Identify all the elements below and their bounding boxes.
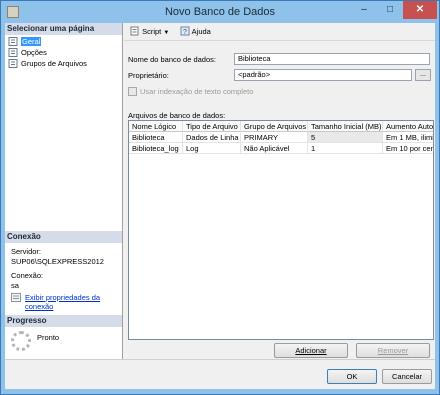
page-icon — [8, 37, 18, 46]
minimize-icon[interactable]: – — [351, 1, 377, 19]
grid-header-row: Nome Lógico Tipo de Arquivo Grupo de Arq… — [129, 121, 433, 132]
cell-initial-size[interactable]: 1 — [308, 143, 383, 154]
cell-file-type[interactable]: Dados de Linha — [183, 132, 241, 143]
nav-item-label: Geral — [21, 37, 42, 46]
column-header[interactable]: Aumento Autom... — [383, 121, 433, 132]
owner-input[interactable]: <padrão> — [234, 69, 412, 81]
cell-autogrowth[interactable]: Em 10 por cento... — [383, 143, 433, 154]
column-header[interactable]: Tamanho Inicial (MB) — [308, 121, 383, 132]
svg-text:?: ? — [183, 29, 187, 36]
table-row[interactable]: Biblioteca_log Log Não Aplicável 1 Em 10… — [129, 143, 433, 154]
cell-logical-name[interactable]: Biblioteca_log — [129, 143, 183, 154]
column-header[interactable]: Tipo de Arquivo — [183, 121, 241, 132]
properties-icon — [11, 293, 21, 302]
progress-header: Progresso — [5, 315, 122, 327]
main-pane: Script ▼ ? Ajuda Nome do banco de dados:… — [124, 23, 435, 359]
nav-item-options[interactable]: Opções — [7, 47, 47, 58]
toolbar: Script ▼ ? Ajuda — [124, 23, 435, 41]
script-button[interactable]: Script ▼ — [130, 26, 169, 38]
nav-item-label: Opções — [21, 48, 47, 57]
left-pane: Selecionar uma página Geral Opções Grupo… — [5, 23, 123, 359]
help-icon: ? — [180, 26, 190, 36]
view-connection-properties-link[interactable]: Exibir propriedades da — [25, 293, 100, 302]
connection-value: sa — [11, 281, 19, 290]
cell-filegroup[interactable]: Não Aplicável — [241, 143, 308, 154]
title-bar[interactable]: Novo Banco de Dados – □ ✕ — [1, 1, 439, 23]
close-icon[interactable]: ✕ — [403, 1, 437, 19]
db-name-input[interactable]: Biblioteca — [234, 53, 430, 65]
help-label: Ajuda — [191, 27, 211, 36]
files-label: Arquivos de banco de dados: — [128, 111, 226, 120]
page-icon — [8, 48, 18, 57]
db-name-label: Nome do banco de dados: — [128, 55, 216, 64]
dialog-footer: OK Cancelar — [5, 359, 435, 389]
database-files-grid[interactable]: Nome Lógico Tipo de Arquivo Grupo de Arq… — [128, 120, 434, 340]
select-page-header: Selecionar uma página — [5, 23, 122, 35]
owner-label: Proprietário: — [128, 71, 169, 80]
maximize-icon[interactable]: □ — [377, 1, 403, 19]
nav-item-general[interactable]: Geral — [7, 36, 42, 47]
fulltext-label: Usar indexação de texto completo — [140, 87, 254, 96]
progress-spinner-icon — [11, 331, 31, 351]
add-button[interactable]: Adicionar — [274, 343, 348, 358]
dialog-client: Selecionar uma página Geral Opções Grupo… — [5, 23, 435, 389]
progress-status: Pronto — [37, 333, 60, 342]
cancel-button[interactable]: Cancelar — [382, 369, 432, 384]
server-value: SUP06\SQLEXPRESS2012 — [11, 257, 104, 266]
cell-logical-name[interactable]: Biblioteca — [129, 132, 183, 143]
server-label: Servidor: — [11, 247, 42, 256]
cell-initial-size[interactable]: 5 — [308, 132, 383, 143]
ok-button[interactable]: OK — [327, 369, 377, 384]
connection-header: Conexão — [5, 231, 122, 243]
owner-browse-button[interactable]: ... — [415, 69, 431, 81]
help-button[interactable]: ? Ajuda — [180, 26, 211, 38]
table-row[interactable]: Biblioteca Dados de Linha PRIMARY 5 Em 1… — [129, 132, 433, 143]
connection-label: Conexão: — [11, 271, 44, 280]
remove-button[interactable]: Remover — [356, 343, 430, 358]
cell-filegroup[interactable]: PRIMARY — [241, 132, 308, 143]
dialog-window: Novo Banco de Dados – □ ✕ Selecionar uma… — [0, 0, 440, 395]
script-label: Script — [142, 27, 162, 36]
column-header[interactable]: Grupo de Arquivos — [241, 121, 308, 132]
column-header[interactable]: Nome Lógico — [129, 121, 183, 132]
script-icon — [130, 26, 139, 36]
page-icon — [8, 59, 18, 68]
remove-button-label: Remover — [377, 346, 409, 355]
add-button-label: Adicionar — [295, 346, 327, 355]
dropdown-arrow-icon: ▼ — [163, 30, 170, 36]
cell-autogrowth[interactable]: Em 1 MB, ilimita... — [383, 132, 433, 143]
cell-file-type[interactable]: Log — [183, 143, 241, 154]
nav-item-filegroups[interactable]: Grupos de Arquivos — [7, 58, 87, 69]
view-connection-properties-link-line2[interactable]: conexão — [25, 302, 53, 311]
fulltext-checkbox[interactable] — [128, 87, 137, 96]
nav-item-label: Grupos de Arquivos — [21, 59, 87, 68]
